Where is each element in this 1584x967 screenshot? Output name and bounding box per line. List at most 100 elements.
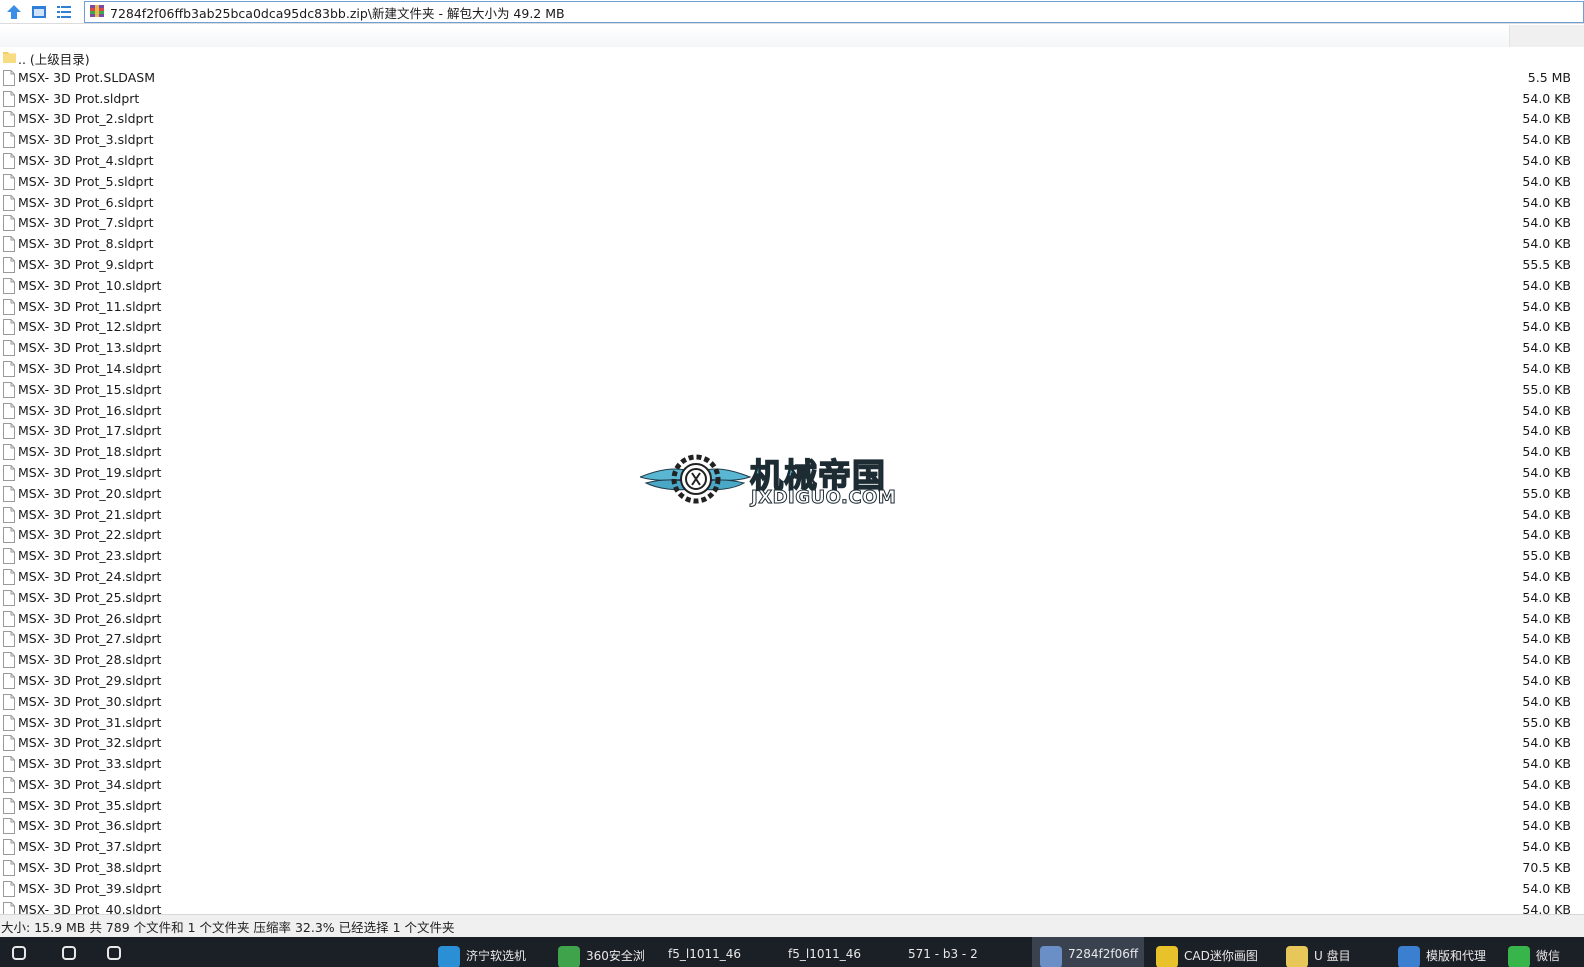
file-row[interactable]: MSX- 3D Prot_32.sldprt 54.0 KB (0, 733, 1584, 754)
column-header-size[interactable] (1509, 25, 1584, 47)
taskbar-item-label: 360安全浏 (586, 949, 645, 963)
file-size: 54.0 KB (1522, 610, 1571, 626)
file-row[interactable]: MSX- 3D Prot_9.sldprt 55.5 KB (0, 255, 1584, 276)
file-name: MSX- 3D Prot_3.sldprt (18, 132, 154, 148)
taskbar-item[interactable] (95, 937, 135, 967)
file-size: 54.0 KB (1522, 527, 1571, 543)
file-row[interactable]: MSX- 3D Prot_25.sldprt 54.0 KB (0, 588, 1584, 609)
file-icon (3, 527, 15, 544)
file-row[interactable]: MSX- 3D Prot_14.sldprt 54.0 KB (0, 359, 1584, 380)
taskbar-item[interactable] (0, 937, 45, 967)
cad-icon (1156, 946, 1178, 967)
file-row[interactable]: MSX- 3D Prot.sldprt 54.0 KB (0, 89, 1584, 110)
file-icon (3, 610, 15, 627)
file-row[interactable]: MSX- 3D Prot_5.sldprt 54.0 KB (0, 172, 1584, 193)
file-name: MSX- 3D Prot_16.sldprt (18, 402, 162, 418)
taskbar-item[interactable] (50, 937, 90, 967)
file-name: MSX- 3D Prot_29.sldprt (18, 672, 162, 688)
file-size: 54.0 KB (1522, 839, 1571, 855)
file-icon (3, 319, 15, 336)
file-icon (3, 381, 15, 398)
taskbar-item[interactable]: f5_l1011_46 (660, 937, 770, 967)
file-row[interactable]: MSX- 3D Prot_29.sldprt 54.0 KB (0, 671, 1584, 692)
file-size: 54.0 KB (1522, 173, 1571, 189)
file-row[interactable]: MSX- 3D Prot_39.sldprt 54.0 KB (0, 879, 1584, 900)
file-size: 54.0 KB (1522, 277, 1571, 293)
file-row[interactable]: MSX- 3D Prot_3.sldprt 54.0 KB (0, 130, 1584, 151)
taskbar-item[interactable]: f5_l1011_46 (780, 937, 890, 967)
file-row[interactable]: MSX- 3D Prot_11.sldprt 54.0 KB (0, 297, 1584, 318)
file-row[interactable]: MSX- 3D Prot_7.sldprt 54.0 KB (0, 213, 1584, 234)
folder-icon (3, 49, 16, 65)
details-list-icon[interactable] (53, 1, 75, 23)
file-size: 54.0 KB (1522, 880, 1571, 896)
file-row[interactable]: MSX- 3D Prot_26.sldprt 54.0 KB (0, 609, 1584, 630)
taskbar-item[interactable]: 571 - b3 - 2 (900, 937, 1020, 967)
file-icon (3, 277, 15, 294)
file-row[interactable]: MSX- 3D Prot_13.sldprt 54.0 KB (0, 338, 1584, 359)
file-size: 54.0 KB (1522, 111, 1571, 127)
window-icon[interactable] (28, 1, 50, 23)
file-size: 54.0 KB (1522, 797, 1571, 813)
file-row[interactable]: MSX- 3D Prot_10.sldprt 54.0 KB (0, 276, 1584, 297)
taskbar-item[interactable]: CAD迷你画图 (1148, 937, 1268, 967)
archive-icon (89, 3, 105, 22)
taskbar-item[interactable]: 济宁软选机 (430, 937, 540, 967)
file-name: MSX- 3D Prot_4.sldprt (18, 152, 154, 168)
file-row[interactable]: MSX- 3D Prot_38.sldprt 70.5 KB (0, 858, 1584, 879)
file-row[interactable]: MSX- 3D Prot_17.sldprt 54.0 KB (0, 421, 1584, 442)
up-arrow-icon[interactable] (3, 1, 25, 23)
file-row[interactable]: MSX- 3D Prot_8.sldprt 54.0 KB (0, 234, 1584, 255)
file-row[interactable]: MSX- 3D Prot_27.sldprt 54.0 KB (0, 629, 1584, 650)
file-row[interactable]: MSX- 3D Prot.SLDASM 5.5 MB (0, 68, 1584, 89)
file-icon (3, 672, 15, 689)
file-icon (3, 360, 15, 377)
file-row[interactable]: MSX- 3D Prot_37.sldprt 54.0 KB (0, 837, 1584, 858)
file-row[interactable]: MSX- 3D Prot_35.sldprt 54.0 KB (0, 796, 1584, 817)
taskbar-item[interactable]: U 盘目 (1278, 937, 1378, 967)
file-name: MSX- 3D Prot_8.sldprt (18, 236, 154, 252)
file-name: MSX- 3D Prot_32.sldprt (18, 735, 162, 751)
file-row[interactable]: MSX- 3D Prot_15.sldprt 55.0 KB (0, 380, 1584, 401)
parent-directory-row[interactable]: .. (上级目录) (0, 47, 1584, 68)
file-size: 54.0 KB (1522, 194, 1571, 210)
address-bar[interactable]: 7284f2f06ffb3ab25bca0dca95dc83bb.zip\新建文… (84, 1, 1584, 23)
file-row[interactable]: MSX- 3D Prot_6.sldprt 54.0 KB (0, 193, 1584, 214)
file-icon (3, 132, 15, 149)
file-name: MSX- 3D Prot_27.sldprt (18, 631, 162, 647)
file-row[interactable]: MSX- 3D Prot_40.sldprt 54.0 KB (0, 900, 1584, 914)
file-icon (3, 880, 15, 897)
file-row[interactable]: MSX- 3D Prot_24.sldprt 54.0 KB (0, 567, 1584, 588)
file-row[interactable]: MSX- 3D Prot_22.sldprt 54.0 KB (0, 525, 1584, 546)
file-icon (3, 173, 15, 190)
file-row[interactable]: MSX- 3D Prot_4.sldprt 54.0 KB (0, 151, 1584, 172)
watermark-domain: JXDIGUO.COM (750, 487, 897, 509)
file-size: 54.0 KB (1522, 444, 1571, 460)
file-name: MSX- 3D Prot_31.sldprt (18, 714, 162, 730)
ie-icon (1398, 946, 1420, 967)
file-row[interactable]: MSX- 3D Prot_28.sldprt 54.0 KB (0, 650, 1584, 671)
file-row[interactable]: MSX- 3D Prot_16.sldprt 54.0 KB (0, 401, 1584, 422)
browser-icon (558, 946, 580, 967)
taskbar-item[interactable]: 模版和代理 (1390, 937, 1495, 967)
windows-start-icon (12, 946, 26, 960)
file-row[interactable]: MSX- 3D Prot_36.sldprt 54.0 KB (0, 816, 1584, 837)
file-size: 54.0 KB (1522, 818, 1571, 834)
taskbar-item[interactable]: 360安全浏 (550, 937, 655, 967)
file-row[interactable]: MSX- 3D Prot_34.sldprt 54.0 KB (0, 775, 1584, 796)
file-row[interactable]: MSX- 3D Prot_30.sldprt 54.0 KB (0, 692, 1584, 713)
wechat-icon (1508, 946, 1530, 967)
file-row[interactable]: MSX- 3D Prot_23.sldprt 55.0 KB (0, 546, 1584, 567)
file-row[interactable]: MSX- 3D Prot_33.sldprt 54.0 KB (0, 754, 1584, 775)
file-row[interactable]: MSX- 3D Prot_2.sldprt 54.0 KB (0, 109, 1584, 130)
file-name: MSX- 3D Prot_33.sldprt (18, 756, 162, 772)
file-row[interactable]: MSX- 3D Prot_12.sldprt 54.0 KB (0, 317, 1584, 338)
file-row[interactable]: MSX- 3D Prot_31.sldprt 55.0 KB (0, 713, 1584, 734)
taskbar-item[interactable]: 7284f2f06ff (1032, 937, 1144, 967)
file-name: MSX- 3D Prot_25.sldprt (18, 589, 162, 605)
file-icon (3, 215, 15, 232)
file-icon (3, 111, 15, 128)
file-name: MSX- 3D Prot_17.sldprt (18, 423, 162, 439)
file-size: 54.0 KB (1522, 652, 1571, 668)
taskbar-item[interactable]: 微信 (1500, 937, 1584, 967)
